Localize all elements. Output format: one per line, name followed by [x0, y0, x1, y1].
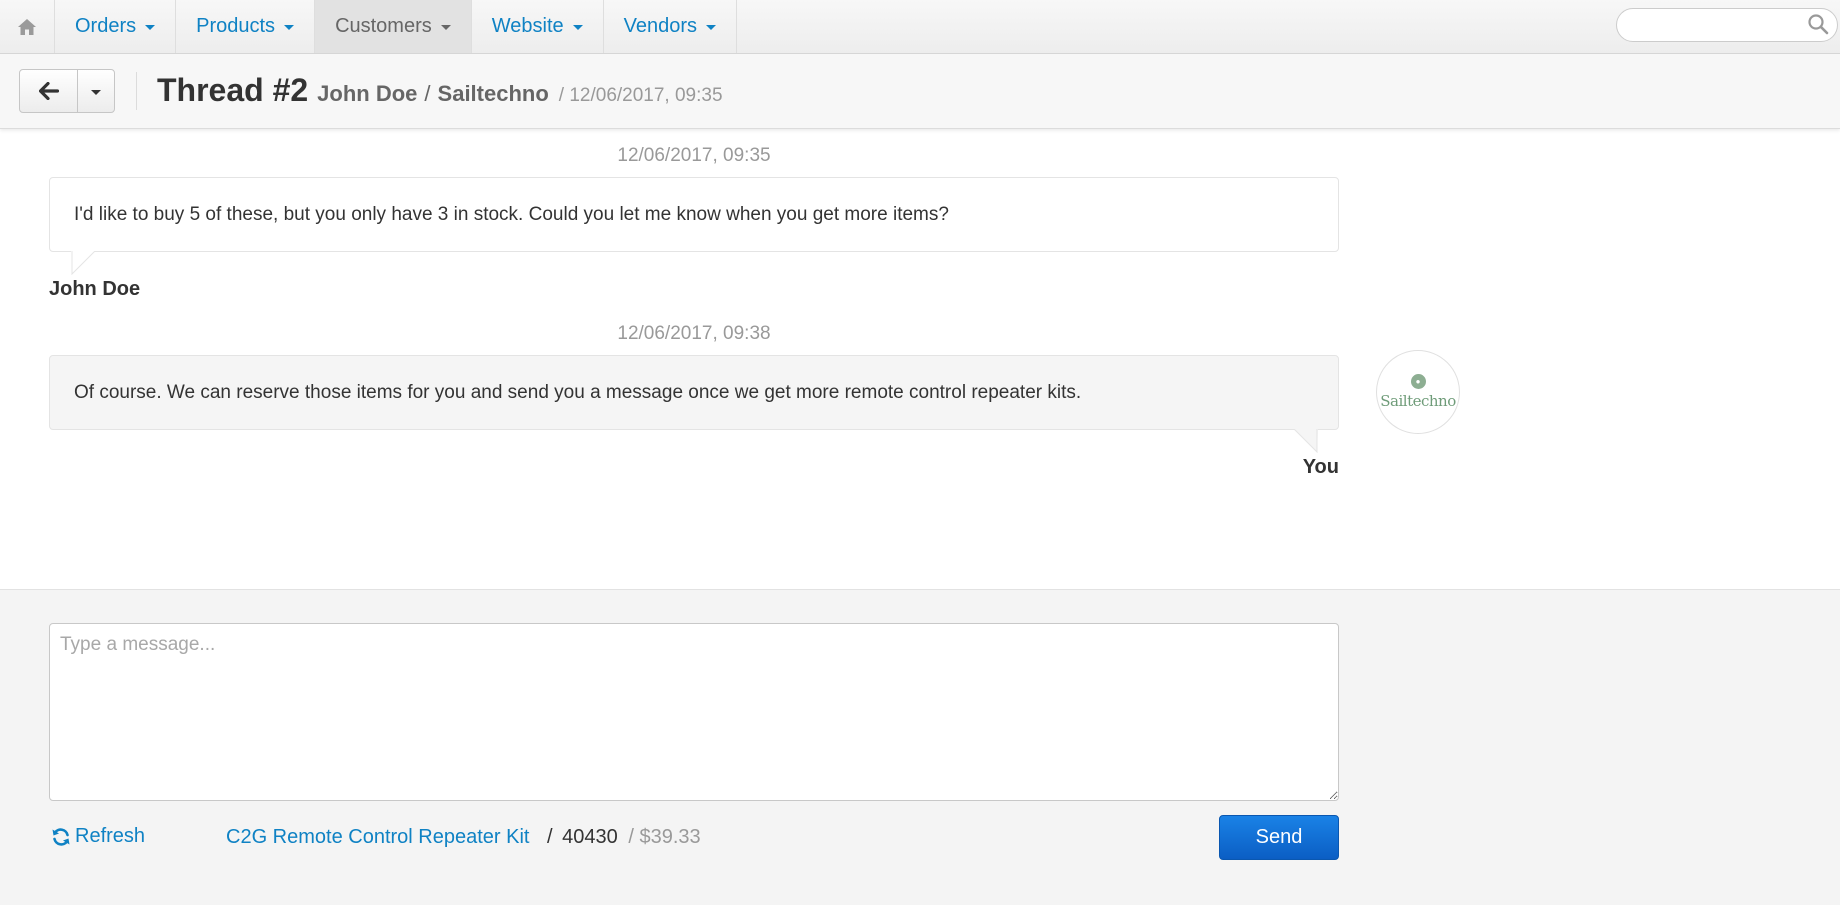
message-timestamp: 12/06/2017, 09:38: [617, 323, 771, 344]
product-code: 40430: [562, 826, 618, 848]
refresh-label: Refresh: [75, 825, 146, 847]
thread-date: / 12/06/2017, 09:35: [558, 85, 723, 106]
message-author: John Doe: [49, 278, 141, 300]
product-info: C2G Remote Control Repeater Kit / 40430 …: [226, 826, 701, 849]
message-text: I'd like to buy 5 of these, but you only…: [74, 203, 949, 225]
thread-separator: /: [424, 81, 431, 106]
search-icon[interactable]: [1806, 12, 1830, 36]
nav-item-vendors[interactable]: Vendors: [604, 0, 738, 53]
product-price: / $39.33: [628, 826, 701, 848]
nav-item-orders[interactable]: Orders: [55, 0, 177, 53]
caret-down-icon: [145, 25, 156, 30]
top-navigation: Orders Products Customers Website Vendor…: [0, 0, 1840, 54]
nav-menu: Orders Products Customers Website Vendor…: [55, 0, 738, 53]
message-author: You: [1302, 456, 1339, 478]
nav-item-label: Customers: [335, 15, 432, 37]
caret-down-icon: [284, 25, 295, 30]
caret-down-icon: [572, 25, 583, 30]
nav-item-label: Website: [491, 15, 564, 37]
product-link[interactable]: C2G Remote Control Repeater Kit: [226, 826, 529, 848]
thread-vendor: Sailtechno: [437, 81, 549, 106]
reply-panel: Refresh C2G Remote Control Repeater Kit …: [0, 589, 1840, 905]
arrow-left-icon: [38, 82, 59, 100]
thread-customer: John Doe: [317, 81, 418, 106]
message-timestamp: 12/06/2017, 09:35: [617, 145, 771, 166]
message-input[interactable]: [49, 623, 1339, 801]
search-input[interactable]: [1616, 8, 1838, 42]
header-divider: [136, 72, 137, 110]
home-button[interactable]: [0, 0, 55, 53]
refresh-link[interactable]: Refresh: [51, 825, 145, 848]
bubble-tail: [71, 251, 95, 275]
send-button[interactable]: Send: [1219, 815, 1339, 860]
caret-down-icon: [91, 89, 101, 95]
page-header: Thread #2 John Doe / Sailtechno / 12/06/…: [0, 54, 1840, 129]
thread-title: Thread #2: [157, 72, 309, 108]
page-title: Thread #2 John Doe / Sailtechno / 12/06/…: [157, 72, 723, 109]
nav-item-products[interactable]: Products: [176, 0, 316, 53]
message-bubble-vendor: Of course. We can reserve those items fo…: [49, 355, 1339, 430]
back-dropdown-button[interactable]: [78, 70, 114, 112]
refresh-icon: [52, 827, 70, 846]
message-text: Of course. We can reserve those items fo…: [74, 381, 1082, 403]
logo-mark-icon: ●: [1410, 374, 1426, 389]
caret-down-icon: [706, 25, 717, 30]
vendor-avatar: ● Sailtechno: [1376, 350, 1460, 434]
caret-down-icon: [440, 25, 451, 30]
message-bubble-customer: I'd like to buy 5 of these, but you only…: [49, 177, 1339, 252]
avatar-logo-text: Sailtechno: [1380, 392, 1456, 410]
back-button[interactable]: [20, 70, 78, 112]
nav-item-website[interactable]: Website: [472, 0, 604, 53]
nav-item-label: Products: [196, 15, 276, 37]
home-icon: [18, 18, 36, 35]
nav-item-label: Orders: [75, 15, 137, 37]
back-button-group: [19, 69, 115, 113]
product-separator: /: [547, 826, 553, 848]
nav-item-customers[interactable]: Customers: [315, 0, 472, 53]
bubble-tail: [1294, 429, 1318, 453]
nav-item-label: Vendors: [623, 15, 698, 37]
